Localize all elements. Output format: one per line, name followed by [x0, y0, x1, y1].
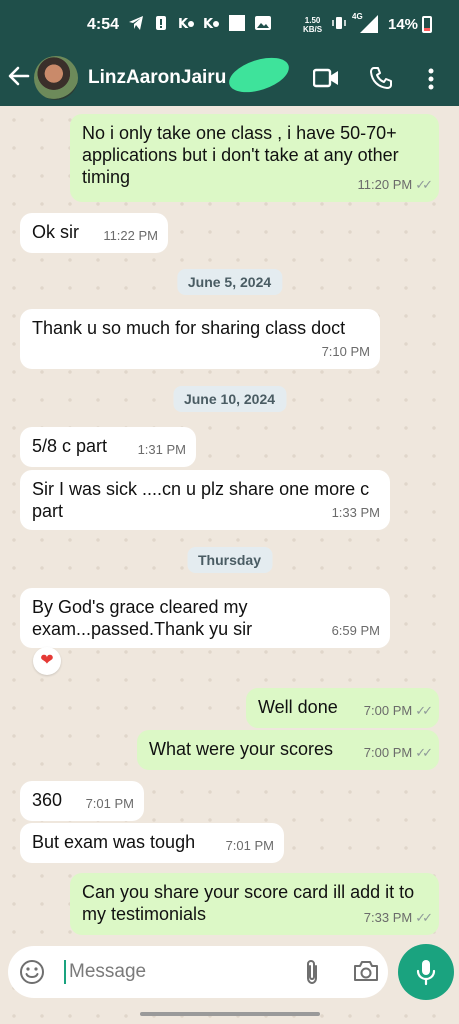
- redaction-blur: [224, 51, 294, 99]
- app-notification-icon: K: [203, 15, 221, 34]
- battery-percent: 14%: [388, 16, 419, 33]
- message-incoming[interactable]: Thank u so much for sharing class doct 7…: [20, 309, 380, 369]
- status-bar: 4:54 K K 1.50 KB/S 4G 14%: [0, 0, 459, 52]
- microphone-icon: [415, 958, 437, 991]
- attach-icon[interactable]: [304, 958, 320, 991]
- message-incoming[interactable]: 5/8 c part 1:31 PM: [20, 427, 196, 467]
- message-outgoing[interactable]: Well done 7:00 PM ✓✓: [246, 688, 439, 728]
- message-input-bar[interactable]: Message: [8, 946, 388, 998]
- more-options-icon[interactable]: [428, 68, 434, 95]
- text-cursor: [64, 960, 66, 984]
- message-incoming[interactable]: By God's grace cleared my exam...passed.…: [20, 588, 390, 648]
- read-receipt-icon: ✓✓: [415, 910, 433, 925]
- message-meta: 7:00 PM ✓✓: [363, 745, 433, 760]
- message-incoming[interactable]: Sir I was sick ....cn u plz share one mo…: [20, 470, 390, 530]
- message-outgoing[interactable]: No i only take one class , i have 50-70+…: [70, 114, 439, 202]
- message-input[interactable]: Message: [69, 961, 146, 983]
- avatar[interactable]: [34, 56, 78, 100]
- heart-reaction-icon[interactable]: ❤: [33, 647, 61, 675]
- message-incoming[interactable]: 360 7:01 PM: [20, 781, 144, 821]
- date-separator: June 5, 2024: [176, 269, 283, 295]
- message-outgoing[interactable]: What were your scores 7:00 PM ✓✓: [137, 730, 439, 770]
- svg-text:K: K: [203, 17, 214, 31]
- read-receipt-icon: ✓✓: [415, 703, 433, 718]
- voice-call-icon[interactable]: [369, 66, 393, 95]
- emoji-icon[interactable]: [19, 959, 45, 990]
- voice-message-button[interactable]: [398, 944, 454, 1000]
- message-outgoing[interactable]: Can you share your score card ill add it…: [70, 873, 439, 935]
- message-incoming[interactable]: Ok sir 11:22 PM: [20, 213, 168, 253]
- square-notification-icon: [229, 15, 245, 34]
- home-indicator[interactable]: [140, 1012, 320, 1016]
- camera-icon[interactable]: [353, 959, 379, 988]
- message-meta: 7:00 PM ✓✓: [363, 703, 433, 718]
- network-speed: 1.50 KB/S: [303, 16, 323, 34]
- message-incoming[interactable]: But exam was tough 7:01 PM: [20, 823, 284, 863]
- contact-name[interactable]: LinzAaronJairu: [88, 67, 226, 89]
- status-time: 4:54: [87, 16, 120, 33]
- read-receipt-icon: ✓✓: [415, 745, 433, 760]
- gallery-icon: [255, 15, 271, 34]
- signal-icon: [360, 15, 378, 36]
- message-meta: 7:33 PM ✓✓: [363, 910, 433, 925]
- svg-text:K: K: [178, 17, 189, 31]
- date-separator: Thursday: [186, 547, 273, 573]
- battery-icon: [422, 16, 432, 33]
- read-receipt-icon: ✓✓: [415, 177, 433, 192]
- app-notification-icon: K: [178, 15, 196, 34]
- vibrate-icon: [331, 15, 347, 34]
- alert-notification-icon: [155, 15, 167, 34]
- video-call-icon[interactable]: [312, 68, 339, 93]
- back-arrow-icon[interactable]: [8, 63, 30, 93]
- chat-header: LinzAaronJairu: [0, 51, 459, 106]
- telegram-icon: [128, 15, 144, 34]
- date-separator: June 10, 2024: [172, 386, 287, 412]
- message-meta: 11:20 PM ✓✓: [357, 177, 433, 192]
